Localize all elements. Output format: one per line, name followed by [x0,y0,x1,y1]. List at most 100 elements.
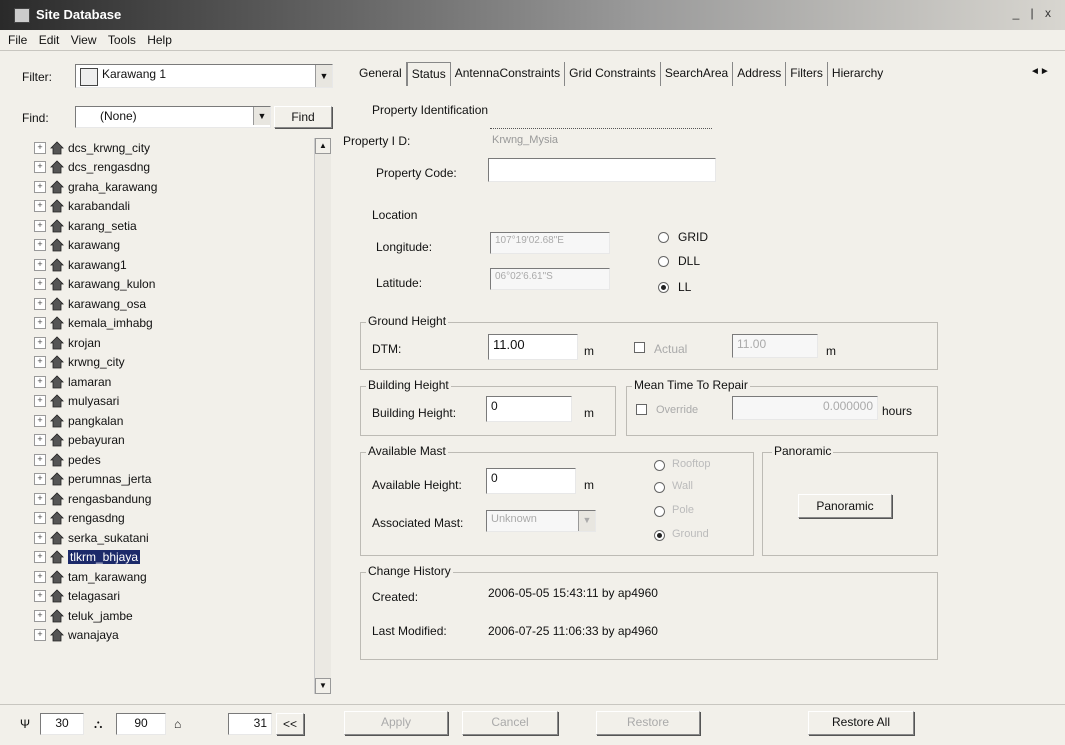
tree-item[interactable]: + karawang_osa [22,294,332,314]
latitude-field[interactable]: 06°02'6.61"S [490,268,610,290]
tree-item[interactable]: + krojan [22,333,332,353]
tree-scrollbar[interactable]: ▲ ▼ [314,138,331,694]
wall-radio[interactable] [654,482,665,493]
expand-icon[interactable]: + [34,570,46,583]
tree-item[interactable]: + pangkalan [22,411,332,431]
actual-field[interactable]: 11.00 [732,334,818,358]
building-height-field[interactable]: 0 [486,396,572,422]
longitude-field[interactable]: 107°19'02.68"E [490,232,610,254]
tree-item[interactable]: + dcs_krwng_city [22,138,332,158]
expand-icon[interactable]: + [34,629,46,642]
tree-item[interactable]: + lamaran [22,372,332,392]
expand-icon[interactable]: + [34,278,46,291]
expand-icon[interactable]: + [34,239,46,252]
associated-mast-dropdown[interactable]: Unknown ▼ [486,510,596,532]
pole-radio[interactable] [654,506,665,517]
expand-icon[interactable]: + [34,200,46,213]
tab-scroll-arrows[interactable]: ◄► [1030,66,1050,77]
tree-item[interactable]: + rengasbandung [22,489,332,509]
tree-item[interactable]: + karabandali [22,197,332,217]
tree-item[interactable]: + karawang [22,236,332,256]
expand-icon[interactable]: + [34,317,46,330]
actual-checkbox[interactable] [634,342,645,353]
site-tree[interactable]: + dcs_krwng_city + dcs_rengasdng + graha_kara… [22,138,332,694]
tab-search-area[interactable]: SearchArea [661,62,734,86]
tree-item[interactable]: + telagasari [22,587,332,607]
menu-help[interactable]: Help [147,33,172,47]
tree-item[interactable]: + teluk_jambe [22,606,332,626]
panoramic-button[interactable]: Panoramic [798,494,892,518]
rooftop-radio[interactable] [654,460,665,471]
find-dropdown[interactable]: (None) ▼ [75,106,271,128]
expand-icon[interactable]: + [34,609,46,622]
restore-all-button[interactable]: Restore All [808,711,914,735]
menu-view[interactable]: View [71,33,97,47]
tree-item[interactable]: + wanajaya [22,626,332,646]
apply-button[interactable]: Apply [344,711,448,735]
tab-general[interactable]: General [355,62,407,86]
restore-button[interactable]: Restore [596,711,700,735]
expand-icon[interactable]: + [34,141,46,154]
expand-icon[interactable]: + [34,473,46,486]
expand-icon[interactable]: + [34,375,46,388]
tree-item[interactable]: + tlkrm_bhjaya [22,548,332,568]
tree-item[interactable]: + rengasdng [22,509,332,529]
mttr-field[interactable]: 0.000000 [732,396,878,420]
property-code-field[interactable] [488,158,716,182]
expand-icon[interactable]: + [34,356,46,369]
tree-item[interactable]: + pedes [22,450,332,470]
expand-icon[interactable]: + [34,395,46,408]
available-height-field[interactable]: 0 [486,468,576,494]
chevron-down-icon[interactable]: ▼ [253,107,270,125]
tree-item[interactable]: + serka_sukatani [22,528,332,548]
ll-radio[interactable] [658,282,669,293]
filter-dropdown[interactable]: Karawang 1 ▼ [75,64,333,88]
ground-radio[interactable] [654,530,665,541]
collapse-button[interactable]: << [276,713,304,735]
title-bar[interactable]: Site Database _ | x [0,0,1065,30]
expand-icon[interactable]: + [34,219,46,232]
expand-icon[interactable]: + [34,590,46,603]
tree-item[interactable]: + tam_karawang [22,567,332,587]
tab-filters[interactable]: Filters [786,62,828,86]
expand-icon[interactable]: + [34,531,46,544]
chevron-down-icon[interactable]: ▼ [315,65,332,87]
find-button[interactable]: Find [274,106,332,128]
expand-icon[interactable]: + [34,161,46,174]
tab-hierarchy[interactable]: Hierarchy [828,62,887,86]
tab-address[interactable]: Address [733,62,787,86]
dtm-field[interactable]: 11.00 [488,334,578,360]
tree-item[interactable]: + pebayuran [22,431,332,451]
cancel-button[interactable]: Cancel [462,711,558,735]
expand-icon[interactable]: + [34,434,46,447]
expand-icon[interactable]: + [34,336,46,349]
tree-item[interactable]: + karang_setia [22,216,332,236]
menu-tools[interactable]: Tools [108,33,136,47]
expand-icon[interactable]: + [34,512,46,525]
grid-radio[interactable] [658,232,669,243]
expand-icon[interactable]: + [34,492,46,505]
minimize-button[interactable]: _ [1009,6,1023,20]
tree-item[interactable]: + krwng_city [22,353,332,373]
tree-item[interactable]: + perumnas_jerta [22,470,332,490]
tree-item[interactable]: + mulyasari [22,392,332,412]
dll-radio[interactable] [658,256,669,267]
tree-item[interactable]: + kemala_imhabg [22,314,332,334]
expand-icon[interactable]: + [34,453,46,466]
menu-edit[interactable]: Edit [39,33,60,47]
chevron-down-icon[interactable]: ▼ [578,511,595,531]
expand-icon[interactable]: + [34,551,46,564]
expand-icon[interactable]: + [34,414,46,427]
expand-icon[interactable]: + [34,180,46,193]
maximize-button[interactable]: | [1025,6,1039,20]
expand-icon[interactable]: + [34,258,46,271]
tree-item[interactable]: + graha_karawang [22,177,332,197]
tree-item[interactable]: + karawang_kulon [22,275,332,295]
scroll-up-arrow[interactable]: ▲ [315,138,331,154]
tab-antenna-constraints[interactable]: AntennaConstraints [451,62,566,86]
tab-grid-constraints[interactable]: Grid Constraints [565,62,661,86]
expand-icon[interactable]: + [34,297,46,310]
override-checkbox[interactable] [636,404,647,415]
tree-item[interactable]: + karawang1 [22,255,332,275]
tree-item[interactable]: + dcs_rengasdng [22,158,332,178]
